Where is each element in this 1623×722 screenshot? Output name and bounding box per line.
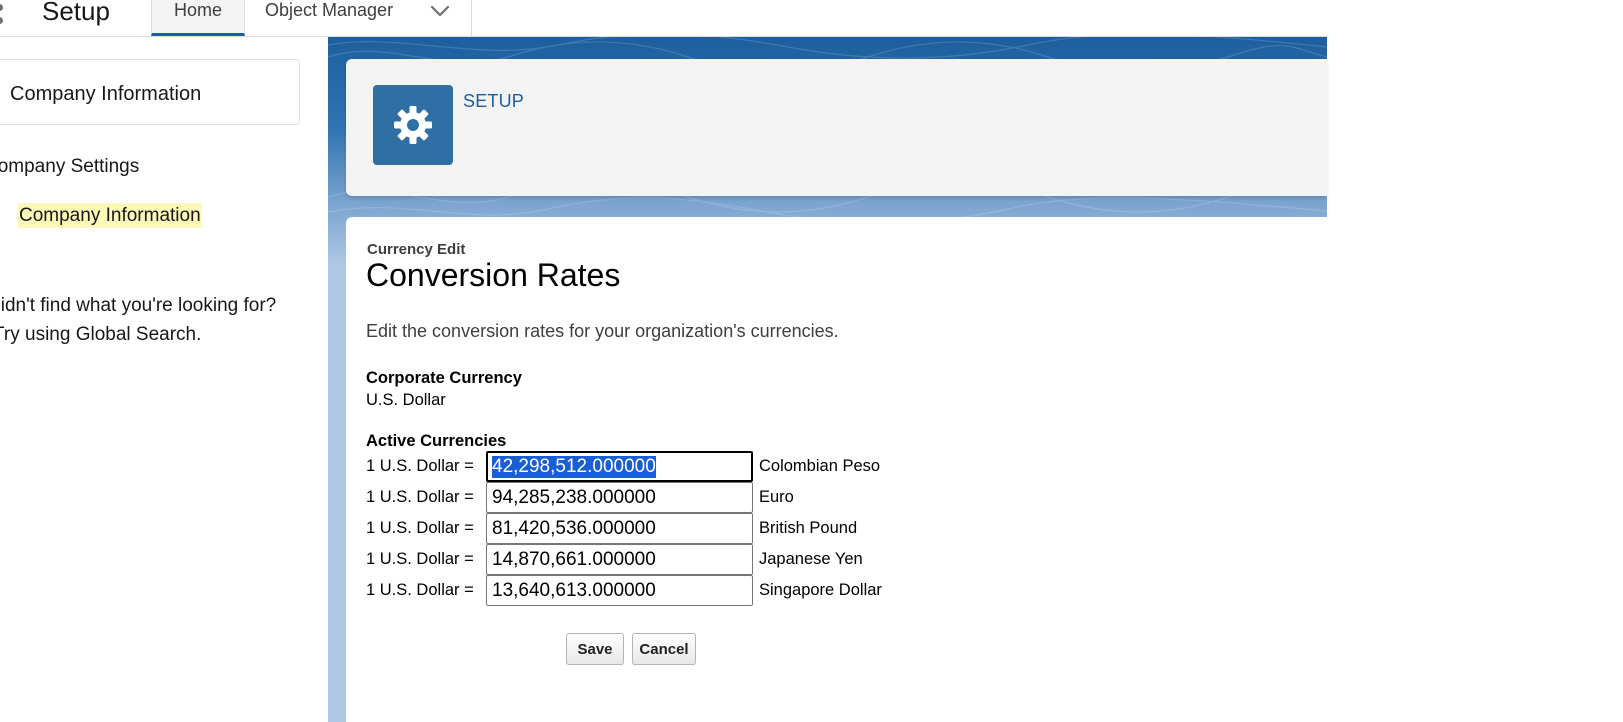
- rate-prefix: 1 U.S. Dollar =: [366, 488, 474, 506]
- rate-prefix: 1 U.S. Dollar =: [366, 457, 474, 475]
- rate-input-british-pound[interactable]: [486, 513, 753, 544]
- tab-object-manager-label: Object Manager: [265, 0, 394, 20]
- rate-prefix: 1 U.S. Dollar =: [366, 581, 474, 599]
- global-search-hint: Try using Global Search.: [0, 324, 202, 345]
- setup-breadcrumb-label: SETUP: [463, 91, 525, 111]
- corporate-currency-label: Corporate Currency: [366, 369, 522, 387]
- breadcrumb: Currency Edit: [367, 241, 466, 258]
- currency-name: Colombian Peso: [759, 457, 881, 475]
- page-header-card: SETUP: [346, 59, 1327, 196]
- setup-sidebar: Company Information Company Settings Com…: [0, 37, 328, 722]
- rate-input-japanese-yen[interactable]: [486, 544, 753, 575]
- currency-name: British Pound: [759, 519, 858, 537]
- tab-home-label: Home: [173, 0, 222, 20]
- tab-home[interactable]: Home: [151, 0, 245, 36]
- app-launcher-icon[interactable]: [0, 4, 8, 26]
- active-currencies-label: Active Currencies: [366, 432, 507, 450]
- quick-find-box[interactable]: Company Information: [0, 59, 300, 125]
- rate-input-euro[interactable]: [486, 482, 753, 513]
- page-title: Conversion Rates: [366, 257, 621, 293]
- currency-name: Japanese Yen: [759, 550, 863, 568]
- rate-input-colombian-peso[interactable]: [486, 451, 753, 482]
- rate-prefix: 1 U.S. Dollar =: [366, 519, 474, 537]
- chevron-down-icon[interactable]: [429, 2, 451, 20]
- rate-input-singapore-dollar[interactable]: [486, 575, 753, 606]
- tree-item-company-information[interactable]: Company Information: [18, 203, 202, 228]
- quick-find-input[interactable]: Company Information: [10, 83, 201, 106]
- tree-group-company-settings[interactable]: Company Settings: [0, 156, 139, 178]
- corporate-currency-value: U.S. Dollar: [366, 391, 446, 409]
- rate-prefix: 1 U.S. Dollar =: [366, 550, 474, 568]
- tab-object-manager[interactable]: Object Manager: [246, 0, 472, 36]
- global-header: Setup Home Object Manager: [0, 0, 1327, 37]
- currency-name: Singapore Dollar: [759, 581, 882, 599]
- currency-edit-card: Currency Edit Conversion Rates Edit the …: [346, 217, 1327, 722]
- help-text: Didn't find what you're looking for?: [0, 295, 277, 316]
- setup-icon-tile: [373, 85, 453, 165]
- app-title: Setup: [42, 0, 110, 26]
- save-button[interactable]: Save: [566, 633, 624, 665]
- currency-name: Euro: [759, 488, 794, 506]
- cancel-button[interactable]: Cancel: [632, 633, 696, 665]
- gear-icon: [394, 106, 432, 144]
- page-description: Edit the conversion rates for your organ…: [366, 321, 839, 341]
